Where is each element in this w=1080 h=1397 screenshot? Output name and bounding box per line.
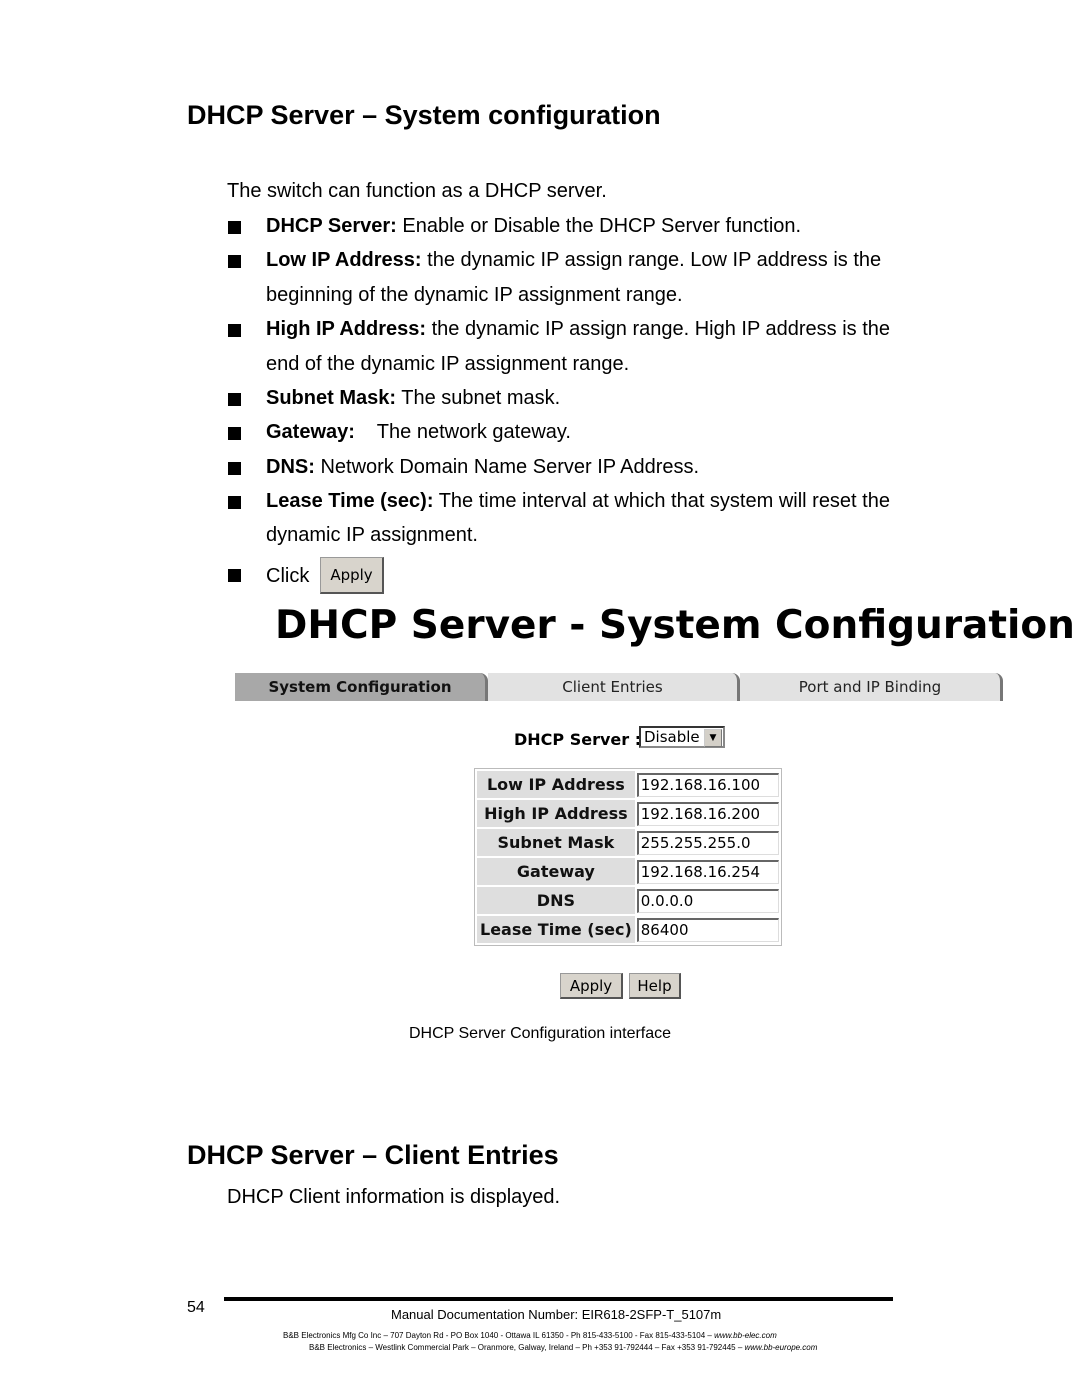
link-bb-elec[interactable]: www.bb-elec.com: [714, 1331, 777, 1340]
dhcp-server-label: DHCP Server :: [514, 730, 642, 749]
form-row: Gateway 192.168.16.254: [477, 858, 779, 885]
field-label: DNS: [477, 887, 635, 914]
field-label: Gateway: [477, 858, 635, 885]
dhcp-config-form: Low IP Address 192.168.16.100 High IP Add…: [474, 768, 782, 946]
bullet-icon: [228, 255, 241, 268]
bullet-item: High IP Address: the dynamic IP assign r…: [266, 318, 890, 340]
doc-number: Manual Documentation Number: EIR618-2SFP…: [391, 1307, 722, 1322]
bullet-item: Lease Time (sec): The time interval at w…: [266, 490, 890, 512]
help-button[interactable]: Help: [629, 973, 681, 999]
footer-rule: [224, 1297, 893, 1301]
section-title: DHCP Server – System configuration: [187, 100, 661, 130]
bullet-icon: [228, 569, 241, 582]
form-row: Subnet Mask 255.255.255.0: [477, 829, 779, 856]
field-input[interactable]: 0.0.0.0: [636, 888, 779, 913]
link-bb-europe[interactable]: www.bb-europe.com: [745, 1343, 818, 1352]
screenshot-title: DHCP Server - System Configuration: [275, 603, 1075, 648]
tab-client-entries[interactable]: Client Entries: [488, 673, 740, 701]
document-page: DHCP Server – System configuration The s…: [0, 0, 1080, 1397]
form-row: DNS 0.0.0.0: [477, 887, 779, 914]
form-row: Low IP Address 192.168.16.100: [477, 771, 779, 798]
click-text: Click: [266, 565, 310, 587]
tab-port-ip-binding[interactable]: Port and IP Binding: [740, 673, 1003, 701]
bullet-icon: [228, 324, 241, 337]
figure-caption: DHCP Server Configuration interface: [409, 1025, 672, 1042]
tab-system-configuration[interactable]: System Configuration: [235, 673, 488, 701]
field-input[interactable]: 192.168.16.100: [636, 772, 779, 797]
footer-address-us: B&B Electronics Mfg Co Inc – 707 Dayton …: [283, 1331, 777, 1340]
field-label: Low IP Address: [477, 771, 635, 798]
bullet-item: Gateway: The network gateway.: [266, 421, 571, 443]
bullet-item: Subnet Mask: The subnet mask.: [266, 387, 561, 409]
section-title-client-entries: DHCP Server – Client Entries: [187, 1140, 559, 1170]
dhcp-server-select[interactable]: Disable ▼: [639, 726, 725, 748]
bullet-item: Low IP Address: the dynamic IP assign ra…: [266, 249, 882, 271]
apply-button-inline[interactable]: Apply: [320, 557, 384, 594]
bullet-continuation: beginning of the dynamic IP assignment r…: [266, 284, 683, 306]
bullet-continuation: dynamic IP assignment.: [266, 524, 478, 546]
bullet-icon: [228, 496, 241, 509]
bullet-icon: [228, 221, 241, 234]
field-input[interactable]: 192.168.16.254: [636, 859, 779, 884]
page-number: 54: [187, 1299, 205, 1316]
bullet-item: DNS: Network Domain Name Server IP Addre…: [266, 456, 700, 478]
bullet-icon: [228, 427, 241, 440]
bullet-icon: [228, 462, 241, 475]
field-input[interactable]: 86400: [636, 917, 779, 942]
field-input[interactable]: 192.168.16.200: [636, 801, 779, 826]
bullet-continuation: end of the dynamic IP assignment range.: [266, 353, 630, 375]
apply-button[interactable]: Apply: [560, 973, 623, 999]
chevron-down-icon[interactable]: ▼: [704, 729, 722, 747]
bullet-icon: [228, 393, 241, 406]
field-input[interactable]: 255.255.255.0: [636, 830, 779, 855]
dhcp-server-value: Disable: [644, 728, 700, 746]
footer-address-eu: B&B Electronics – Westlink Commercial Pa…: [309, 1343, 818, 1352]
form-row: High IP Address 192.168.16.200: [477, 800, 779, 827]
field-label: High IP Address: [477, 800, 635, 827]
client-entries-intro: DHCP Client information is displayed.: [227, 1186, 561, 1208]
form-row: Lease Time (sec) 86400: [477, 916, 779, 943]
field-label: Lease Time (sec): [477, 916, 635, 943]
field-label: Subnet Mask: [477, 829, 635, 856]
bullet-item: DHCP Server: Enable or Disable the DHCP …: [266, 215, 802, 237]
intro-text: The switch can function as a DHCP server…: [227, 180, 607, 202]
